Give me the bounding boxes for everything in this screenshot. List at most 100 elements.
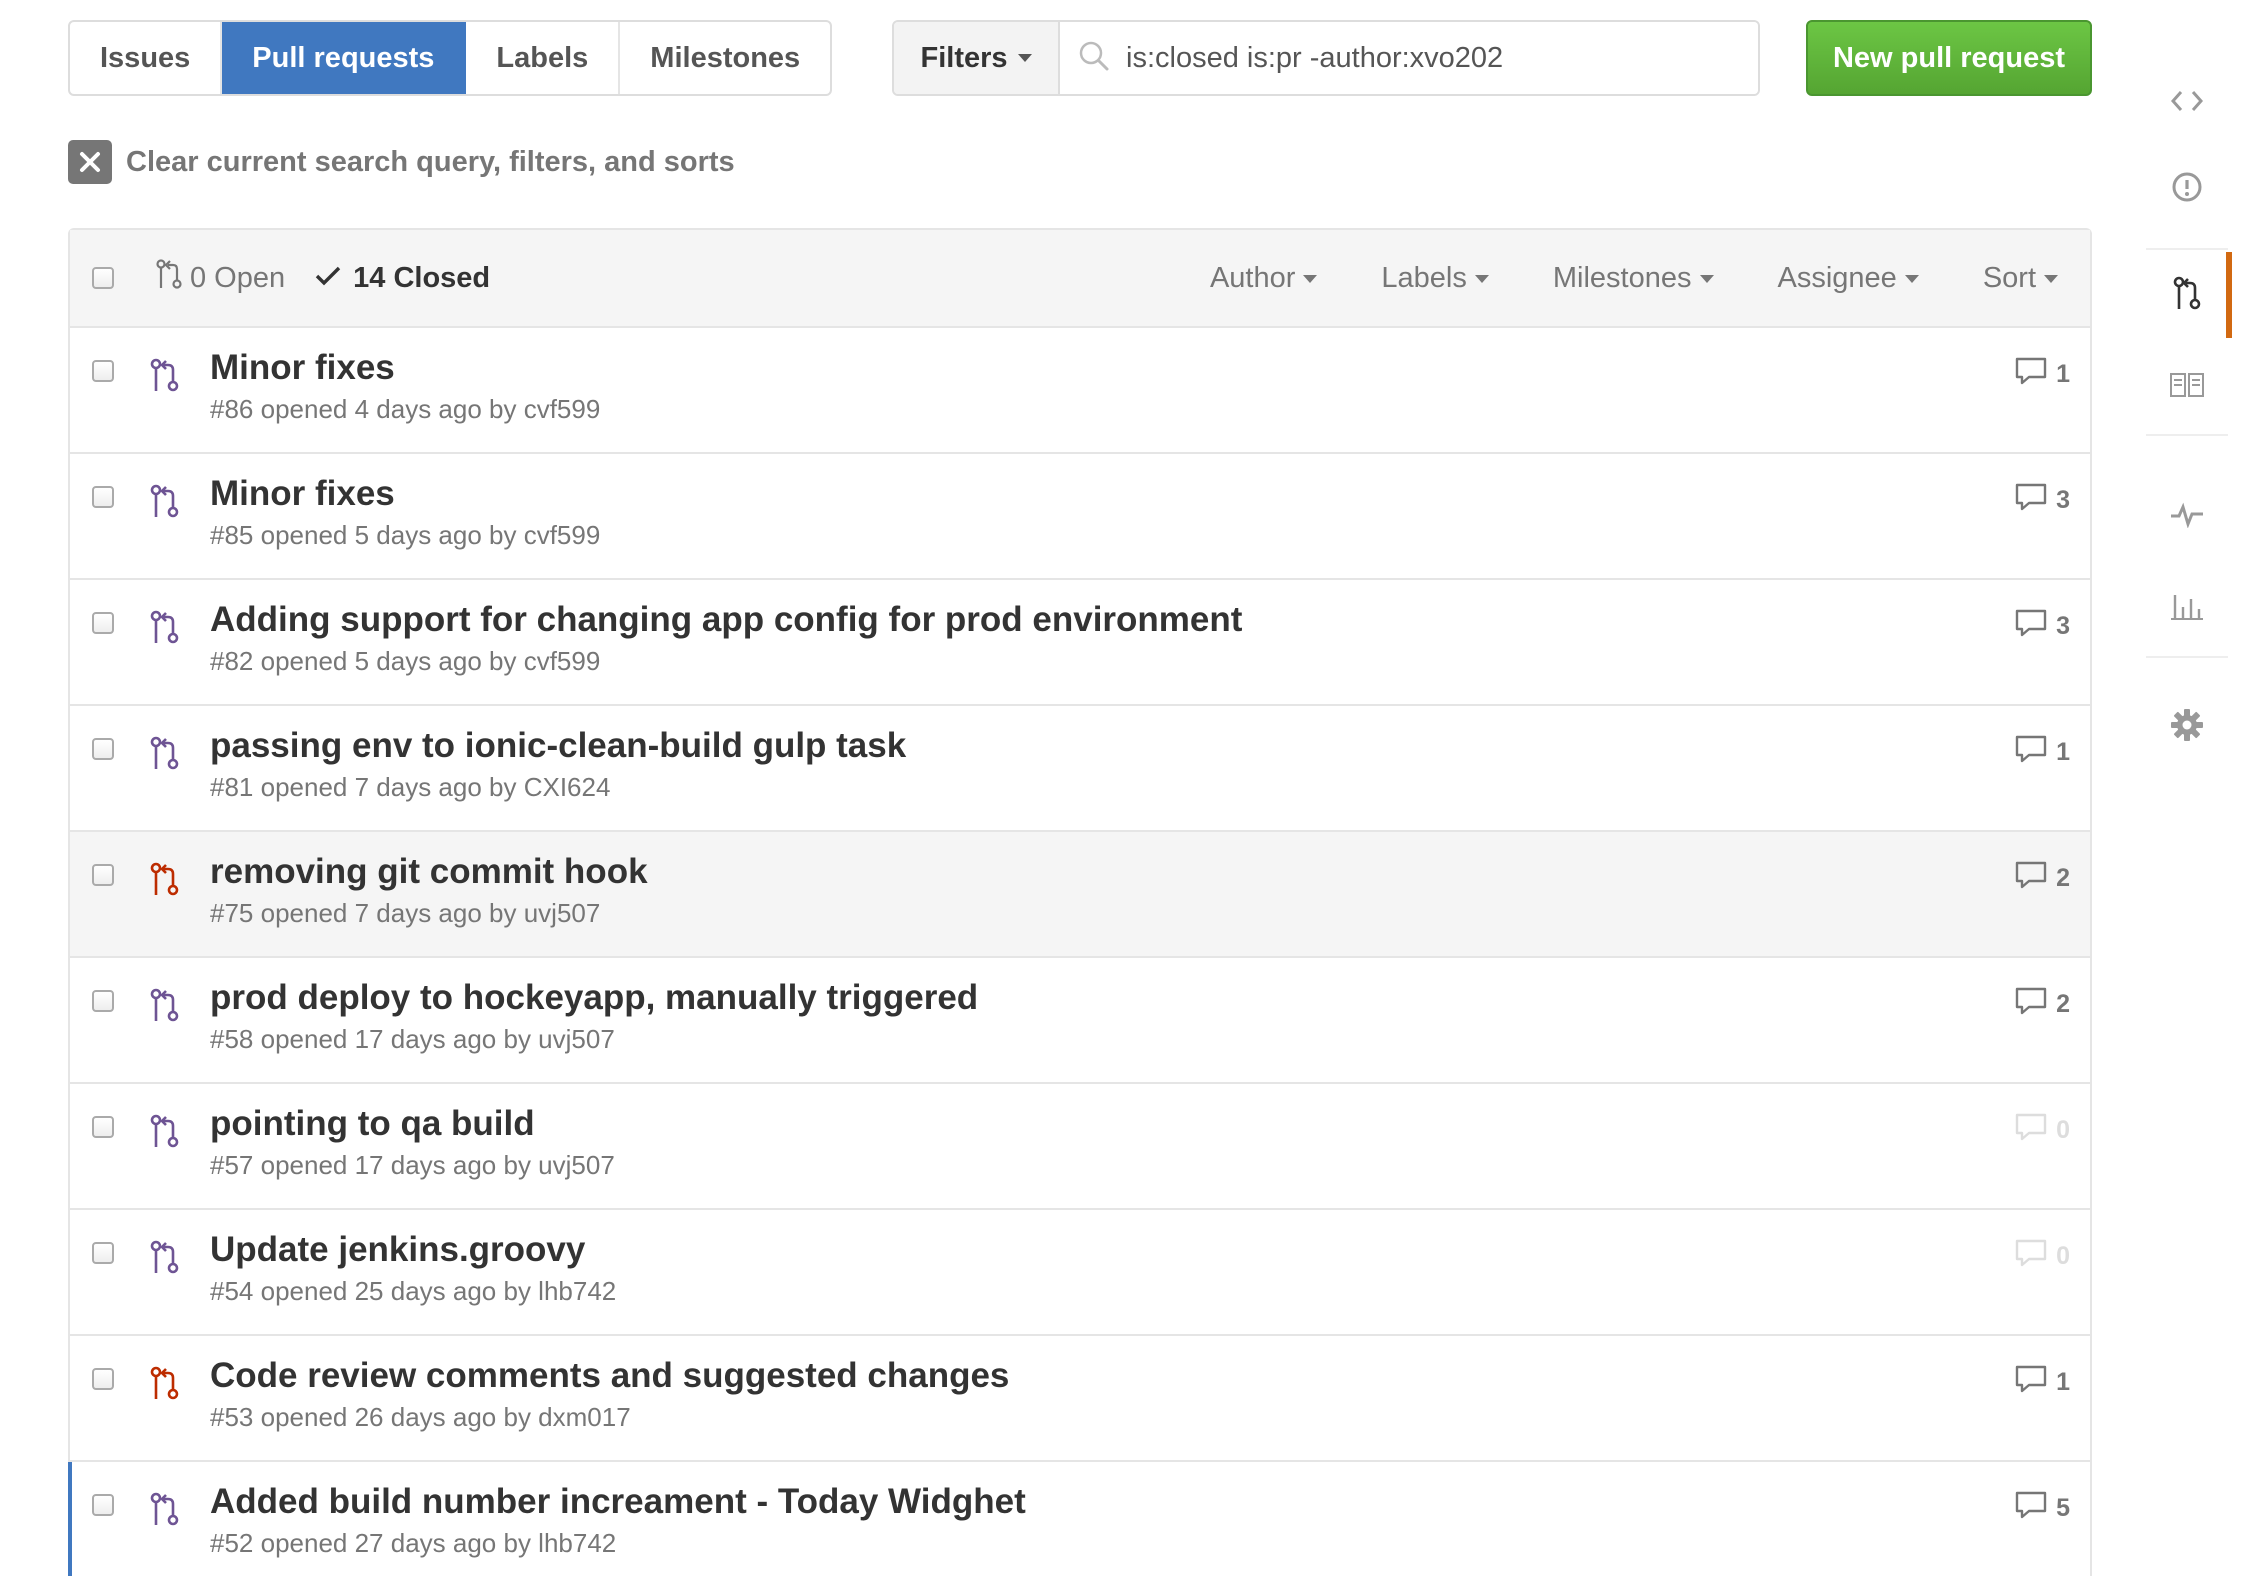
filter-menus: Author Labels Milestones Assignee Sort [1146, 230, 2058, 326]
pull-request-title[interactable]: Minor fixes [210, 474, 600, 514]
caret-down-icon [1904, 274, 1919, 283]
select-all-checkbox[interactable] [92, 267, 114, 289]
close-icon [68, 140, 112, 184]
merged-pull-request-icon [150, 484, 180, 518]
tab-pull-requests[interactable]: Pull requests [222, 22, 467, 94]
side-pulse-link[interactable] [2146, 474, 2228, 560]
row-content: pointing to qa build #57 opened 17 days … [210, 1104, 615, 1181]
comments-link[interactable]: 5 [2014, 1490, 2070, 1527]
sort-menu[interactable]: Sort [1983, 262, 2058, 295]
side-divider [2146, 656, 2228, 658]
milestones-filter-label: Milestones [1552, 261, 1692, 294]
merged-pull-request-icon [150, 1114, 180, 1148]
pull-request-meta: #82 opened 5 days ago by cvf599 [210, 646, 601, 676]
pull-request-meta: #53 opened 26 days ago by dxm017 [210, 1402, 631, 1432]
assignee-filter-menu[interactable]: Assignee [1778, 262, 1919, 295]
labels-filter-label: Labels [1381, 261, 1467, 294]
tab-labels[interactable]: Labels [466, 22, 621, 94]
milestones-filter-menu[interactable]: Milestones [1553, 262, 1714, 295]
comments-link[interactable]: 2 [2014, 986, 2070, 1023]
pull-request-title[interactable]: Added build number increament - Today Wi… [210, 1482, 1026, 1522]
row-checkbox[interactable] [92, 486, 114, 508]
row-content: Minor fixes #85 opened 5 days ago by cvf… [210, 474, 600, 551]
filters-label: Filters [920, 41, 1008, 74]
comment-count: 3 [2056, 612, 2070, 640]
comment-count: 0 [2056, 1116, 2070, 1144]
pull-request-title[interactable]: Adding support for changing app config f… [210, 600, 1242, 640]
author-filter-menu[interactable]: Author [1210, 262, 1318, 295]
side-settings-link[interactable] [2146, 684, 2228, 770]
merged-pull-request-icon [150, 1492, 180, 1526]
comments-link[interactable]: 1 [2014, 1364, 2070, 1401]
side-pull-requests-link[interactable] [2146, 252, 2232, 338]
comment-icon [2014, 482, 2048, 519]
pull-request-title[interactable]: Code review comments and suggested chang… [210, 1356, 1009, 1396]
comment-icon [2014, 1364, 2048, 1401]
new-pull-request-button[interactable]: New pull request [1806, 20, 2092, 96]
comment-icon [2014, 734, 2048, 771]
pull-request-title[interactable]: pointing to qa build [210, 1104, 615, 1144]
settings-icon [2170, 708, 2204, 747]
row-checkbox[interactable] [92, 612, 114, 634]
row-content: Added build number increament - Today Wi… [210, 1482, 1026, 1559]
tab-issues[interactable]: Issues [70, 22, 223, 94]
merged-pull-request-icon [150, 358, 180, 392]
pull-request-meta: #86 opened 4 days ago by cvf599 [210, 394, 601, 424]
side-code-link[interactable] [2146, 60, 2228, 146]
pull-request-meta: #75 opened 7 days ago by uvj507 [210, 898, 601, 928]
open-state-link[interactable]: 0 Open [156, 259, 285, 297]
row-checkbox[interactable] [92, 864, 114, 886]
comment-count: 1 [2056, 738, 2070, 766]
table-row: Adding support for changing app config f… [70, 580, 2090, 706]
pull-request-title[interactable]: removing git commit hook [210, 852, 648, 892]
merged-pull-request-icon [150, 610, 180, 644]
row-checkbox[interactable] [92, 738, 114, 760]
row-checkbox[interactable] [92, 1368, 114, 1390]
clear-filters-link[interactable]: Clear current search query, filters, and… [68, 140, 735, 184]
comments-link[interactable]: 3 [2014, 608, 2070, 645]
search-input[interactable] [1126, 41, 1758, 75]
row-checkbox[interactable] [92, 360, 114, 382]
table-row: Minor fixes #86 opened 4 days ago by cvf… [70, 328, 2090, 454]
pull-request-meta: #85 opened 5 days ago by cvf599 [210, 520, 601, 550]
pull-request-title[interactable]: passing env to ionic-clean-build gulp ta… [210, 726, 906, 766]
comments-link[interactable]: 3 [2014, 482, 2070, 519]
comment-icon [2014, 860, 2048, 897]
pull-request-title[interactable]: prod deploy to hockeyapp, manually trigg… [210, 978, 978, 1018]
labels-filter-menu[interactable]: Labels [1381, 261, 1489, 295]
comments-link[interactable]: 1 [2014, 734, 2070, 771]
caret-down-icon [2044, 274, 2058, 283]
state-toggles: 0 Open 14 Closed [156, 259, 490, 297]
graph-icon [2169, 589, 2205, 626]
pull-request-meta: #52 opened 27 days ago by lhb742 [210, 1528, 617, 1558]
filters-dropdown-button[interactable]: Filters [894, 22, 1060, 94]
comments-link[interactable]: 0 [2014, 1112, 2070, 1149]
row-content: Adding support for changing app config f… [210, 600, 1242, 677]
table-row: Added build number increament - Today Wi… [68, 1462, 2090, 1576]
tab-milestones[interactable]: Milestones [620, 22, 830, 94]
pull-request-meta: #81 opened 7 days ago by CXI624 [210, 772, 611, 802]
pull-request-title[interactable]: Update jenkins.groovy [210, 1230, 616, 1270]
row-checkbox[interactable] [92, 1242, 114, 1264]
table-row: prod deploy to hockeyapp, manually trigg… [70, 958, 2090, 1084]
row-checkbox[interactable] [92, 990, 114, 1012]
comments-link[interactable]: 1 [2014, 356, 2070, 393]
comments-link[interactable]: 2 [2014, 860, 2070, 897]
pull-request-meta: #58 opened 17 days ago by uvj507 [210, 1024, 615, 1054]
row-checkbox[interactable] [92, 1494, 114, 1516]
row-content: Update jenkins.groovy #54 opened 25 days… [210, 1230, 616, 1307]
sort-label: Sort [1982, 261, 2036, 294]
pull-request-meta: #57 opened 17 days ago by uvj507 [210, 1150, 615, 1180]
pull-request-meta: #54 opened 25 days ago by lhb742 [210, 1276, 617, 1306]
side-issues-link[interactable] [2146, 146, 2228, 232]
pull-request-title[interactable]: Minor fixes [210, 348, 600, 388]
comments-link[interactable]: 0 [2014, 1238, 2070, 1275]
side-wiki-link[interactable] [2146, 344, 2228, 430]
side-graphs-link[interactable] [2146, 564, 2228, 650]
check-icon [315, 262, 341, 295]
closed-state-link[interactable]: 14 Closed [315, 262, 490, 295]
issue-icon [2171, 171, 2203, 208]
merged-pull-request-icon [150, 1240, 180, 1274]
row-content: removing git commit hook #75 opened 7 da… [210, 852, 648, 929]
row-checkbox[interactable] [92, 1116, 114, 1138]
